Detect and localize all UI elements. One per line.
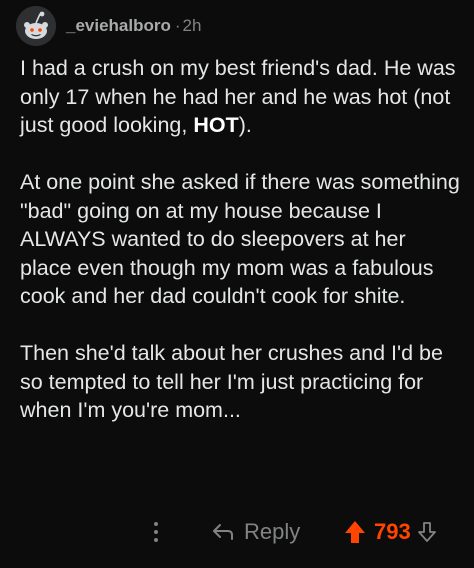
vote-controls: 793 [344, 516, 437, 548]
comment-paragraph: At one point she asked if there was some… [20, 168, 460, 311]
comment-actions: Reply 793 [0, 512, 474, 552]
emphasis-text: HOT [193, 113, 239, 137]
reply-arrow-icon [213, 524, 233, 540]
comment-author[interactable]: _eviehalboro [66, 16, 171, 36]
reply-label: Reply [244, 519, 301, 544]
vertical-ellipsis-icon [154, 522, 158, 542]
comment-paragraph: Then she'd talk about her crushes and I'… [20, 339, 460, 425]
comment-paragraph: I had a crush on my best friend's dad. H… [20, 54, 460, 140]
paragraph-text-end: ). [238, 113, 252, 137]
avatar[interactable] [16, 6, 56, 46]
comment-age: 2h [182, 16, 202, 35]
comment: _eviehalboro · 2h I had a crush on my be… [0, 0, 474, 568]
more-options-button[interactable] [146, 518, 166, 546]
upvote-arrow-icon[interactable] [344, 520, 366, 544]
vote-score: 793 [374, 519, 411, 544]
paragraph-text: Then she'd talk about her crushes and I'… [20, 341, 443, 422]
paragraph-text: At one point she asked if there was some… [20, 170, 460, 308]
reply-button[interactable]: Reply [212, 516, 300, 548]
meta-separator: · [174, 16, 181, 35]
reddit-snoo-avatar-icon [16, 6, 56, 46]
downvote-arrow-icon[interactable] [417, 521, 437, 543]
comment-header: _eviehalboro · 2h [16, 6, 201, 46]
comment-body: I had a crush on my best friend's dad. H… [20, 54, 460, 453]
